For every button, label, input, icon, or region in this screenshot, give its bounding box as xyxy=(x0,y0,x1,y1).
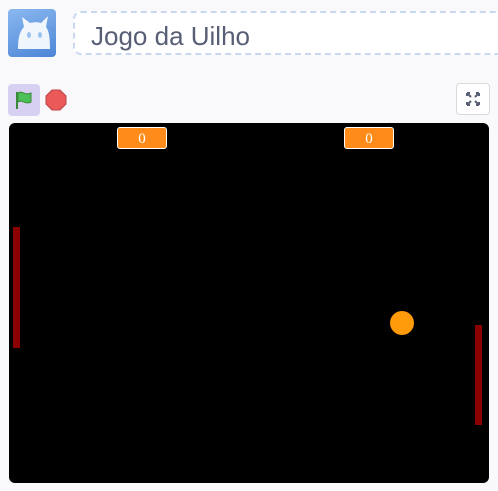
left-paddle xyxy=(13,227,20,348)
ball xyxy=(390,311,414,335)
score-monitor-left: 0 xyxy=(117,127,167,149)
stop-sign-icon xyxy=(45,89,67,111)
user-avatar[interactable] xyxy=(8,9,56,57)
fullscreen-button[interactable] xyxy=(456,83,490,115)
project-title: Jogo da Uilho xyxy=(91,21,250,51)
green-flag-icon xyxy=(16,91,32,109)
score-monitor-right: 0 xyxy=(344,127,394,149)
project-header: Jogo da Uilho xyxy=(0,0,498,70)
game-stage[interactable]: 0 0 xyxy=(9,123,489,483)
fullscreen-icon xyxy=(466,92,480,106)
cat-avatar-icon xyxy=(18,16,50,49)
stop-button[interactable] xyxy=(45,89,67,111)
project-title-input[interactable]: Jogo da Uilho xyxy=(73,11,498,55)
right-paddle xyxy=(475,325,482,425)
green-flag-button[interactable] xyxy=(8,84,40,116)
